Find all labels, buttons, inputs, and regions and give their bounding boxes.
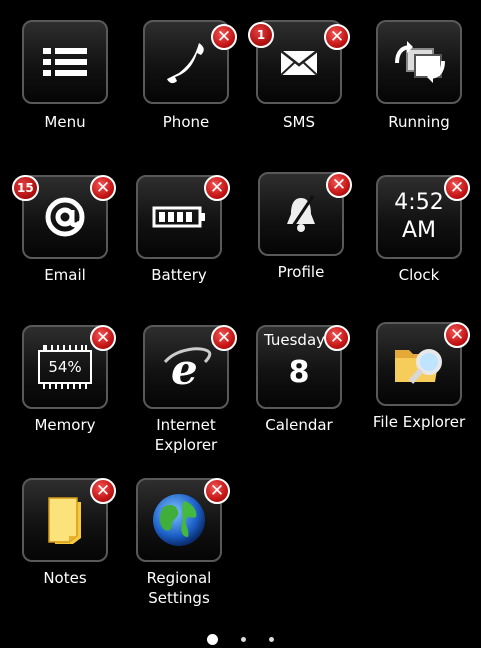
calendar-day: Tuesday bbox=[264, 331, 326, 349]
bell-muted-icon bbox=[287, 195, 315, 233]
page-dot-2[interactable] bbox=[241, 637, 246, 642]
clock-remove-button[interactable]: ✕ bbox=[444, 175, 470, 201]
at-sign-icon bbox=[45, 197, 85, 237]
task-switch-icon bbox=[395, 41, 445, 83]
sms-unread-badge: 1 bbox=[248, 22, 274, 48]
memory-percent: 54% bbox=[48, 358, 82, 376]
running-box[interactable] bbox=[376, 20, 462, 104]
ie-remove-button[interactable]: ✕ bbox=[211, 325, 237, 351]
sms-remove-button[interactable]: ✕ bbox=[324, 24, 350, 50]
globe-icon bbox=[153, 494, 205, 546]
tile-running-label: Running bbox=[388, 113, 450, 131]
menu-box[interactable] bbox=[22, 20, 108, 104]
page-indicator[interactable] bbox=[0, 629, 481, 648]
phone-remove-button[interactable]: ✕ bbox=[211, 24, 237, 50]
tile-regional-label: Regional Settings bbox=[146, 569, 212, 607]
menu-list-icon bbox=[43, 48, 87, 76]
notes-remove-button[interactable]: ✕ bbox=[90, 478, 116, 504]
calendar-date: 8 bbox=[288, 355, 310, 390]
svg-text:e: e bbox=[171, 345, 198, 392]
calendar-remove-button[interactable]: ✕ bbox=[324, 325, 350, 351]
email-unread-badge: 15 bbox=[12, 175, 39, 201]
memory-remove-button[interactable]: ✕ bbox=[90, 325, 116, 351]
internet-explorer-icon: e bbox=[163, 345, 212, 392]
tile-file-explorer-label: File Explorer bbox=[372, 413, 466, 431]
envelope-icon bbox=[280, 50, 318, 76]
email-remove-button[interactable]: ✕ bbox=[90, 175, 116, 201]
battery-remove-button[interactable]: ✕ bbox=[204, 175, 230, 201]
notes-icon bbox=[48, 497, 81, 544]
file-explorer-remove-button[interactable]: ✕ bbox=[444, 322, 470, 348]
page-dot-3[interactable] bbox=[269, 637, 275, 642]
folder-search-icon bbox=[395, 349, 442, 384]
clock-time: 4:52 bbox=[394, 190, 444, 215]
clock-ampm: AM bbox=[401, 218, 437, 243]
page-dot-1[interactable] bbox=[206, 634, 218, 645]
phone-icon bbox=[167, 43, 204, 84]
profile-remove-button[interactable]: ✕ bbox=[326, 172, 352, 198]
tile-clock-label: Clock bbox=[398, 266, 440, 284]
regional-remove-button[interactable]: ✕ bbox=[204, 478, 230, 504]
memory-chip-icon: 54% bbox=[38, 345, 92, 389]
battery-icon bbox=[152, 206, 205, 228]
